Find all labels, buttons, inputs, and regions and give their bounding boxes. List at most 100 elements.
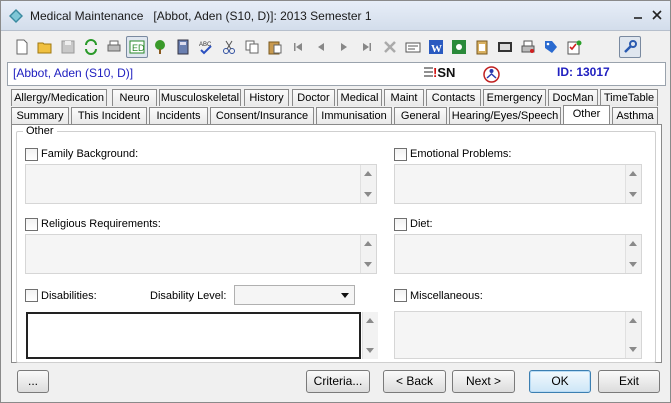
refresh-button[interactable] <box>80 36 102 58</box>
spellcheck-icon: ABC <box>199 42 212 55</box>
family-background-memo[interactable] <box>25 164 377 204</box>
film-button[interactable] <box>494 36 516 58</box>
checklist-button[interactable] <box>563 36 585 58</box>
tab-incidents[interactable]: Incidents <box>149 107 208 124</box>
next-button[interactable]: Next > <box>452 370 515 393</box>
scroll-up-icon[interactable] <box>629 171 637 176</box>
scroll-down-icon[interactable] <box>364 262 372 267</box>
spellcheck-button[interactable]: ABC <box>195 36 217 58</box>
paste-button[interactable] <box>264 36 286 58</box>
scroll-up-icon[interactable] <box>364 171 372 176</box>
tab-general[interactable]: General <box>394 107 447 124</box>
tab-consent-insurance[interactable]: Consent/Insurance <box>210 107 314 124</box>
disabilities-checkbox[interactable] <box>25 289 38 302</box>
tab-asthma[interactable]: Asthma <box>612 107 658 124</box>
tab-maint[interactable]: Maint <box>384 89 424 106</box>
minimize-button[interactable] <box>631 9 645 23</box>
scroll-down-icon[interactable] <box>629 192 637 197</box>
scroll-up-icon[interactable] <box>364 241 372 246</box>
print-setup-icon <box>521 40 535 53</box>
clipboard-icon <box>476 40 488 55</box>
miscellaneous-memo[interactable] <box>394 311 642 359</box>
disabilities-memo[interactable] <box>26 312 361 359</box>
tag-icon <box>545 41 557 53</box>
print-setup-button[interactable] <box>517 36 539 58</box>
excel-button[interactable] <box>448 36 470 58</box>
clipboard-button[interactable] <box>471 36 493 58</box>
scroll-up-icon[interactable] <box>629 318 637 323</box>
list-icon <box>424 67 433 77</box>
tab-emergency[interactable]: Emergency <box>483 89 546 106</box>
minimize-icon <box>634 17 642 19</box>
save-button[interactable] <box>57 36 79 58</box>
tab-other[interactable]: Other <box>563 105 610 124</box>
criteria-button[interactable]: Criteria... <box>306 370 370 393</box>
tab-immunisation[interactable]: Immunisation <box>316 107 392 124</box>
more-button[interactable]: ... <box>17 370 49 393</box>
tab-medical[interactable]: Medical <box>337 89 382 106</box>
flag-text: SN <box>437 65 456 80</box>
next-record-button[interactable] <box>333 36 355 58</box>
back-button[interactable]: < Back <box>383 370 446 393</box>
emotional-problems-checkbox[interactable] <box>394 148 407 161</box>
tab-neuro[interactable]: Neuro <box>112 89 157 106</box>
open-button[interactable] <box>34 36 56 58</box>
tab-summary[interactable]: Summary <box>11 107 69 124</box>
disabilities-scrollbar[interactable] <box>362 312 378 359</box>
exit-button[interactable]: Exit <box>598 370 660 393</box>
copy-icon <box>245 40 259 54</box>
diet-memo[interactable] <box>394 234 642 274</box>
disability-level-label: Disability Level: <box>150 290 227 302</box>
tag-button[interactable] <box>540 36 562 58</box>
calculator-button[interactable] <box>172 36 194 58</box>
scroll-down-icon[interactable] <box>364 192 372 197</box>
emotional-problems-memo[interactable] <box>394 164 642 204</box>
religious-requirements-checkbox[interactable] <box>25 218 38 231</box>
title-bar[interactable]: Medical Maintenance [Abbot, Aden (S10, D… <box>1 1 670 31</box>
scroll-up-icon[interactable] <box>629 241 637 246</box>
print-button[interactable] <box>103 36 125 58</box>
religious-requirements-memo[interactable] <box>25 234 377 274</box>
religious-requirements-label: Religious Requirements: <box>41 218 161 230</box>
tab-doctor[interactable]: Doctor <box>292 89 335 106</box>
scroll-down-icon[interactable] <box>629 262 637 267</box>
diet-scrollbar[interactable] <box>625 235 641 273</box>
tree-button[interactable] <box>149 36 171 58</box>
tab-allergy-medication[interactable]: Allergy/Medication <box>11 89 107 106</box>
first-record-button[interactable] <box>287 36 309 58</box>
family-background-checkbox[interactable] <box>25 148 38 161</box>
disability-level-select[interactable] <box>234 285 355 305</box>
tab-history[interactable]: History <box>244 89 289 106</box>
emotional-problems-scrollbar[interactable] <box>625 165 641 203</box>
scroll-down-icon[interactable] <box>629 347 637 352</box>
special-needs-flag[interactable]: !SN <box>424 65 455 80</box>
word-button[interactable]: W <box>425 36 447 58</box>
miscellaneous-checkbox[interactable] <box>394 289 407 302</box>
new-button[interactable] <box>11 36 33 58</box>
cut-button[interactable] <box>218 36 240 58</box>
previous-record-button[interactable] <box>310 36 332 58</box>
religious-requirements-scrollbar[interactable] <box>360 235 376 273</box>
tab-timetable[interactable]: TimeTable <box>600 89 658 106</box>
student-name: [Abbot, Aden (S10, D)] <box>13 66 134 80</box>
delete-icon <box>384 41 396 53</box>
scroll-up-icon[interactable] <box>366 318 374 323</box>
miscellaneous-scrollbar[interactable] <box>625 312 641 358</box>
card-button[interactable] <box>402 36 424 58</box>
diet-checkbox[interactable] <box>394 218 407 231</box>
edit-toggle-button[interactable]: ED <box>126 36 148 58</box>
tab-musculoskeletal[interactable]: Musculoskeletal <box>159 89 241 106</box>
tab-this-incident[interactable]: This Incident <box>71 107 147 124</box>
tab-hearing-eyes-speech[interactable]: Hearing/Eyes/Speech <box>449 107 561 124</box>
delete-button[interactable] <box>379 36 401 58</box>
close-button[interactable] <box>650 9 664 23</box>
last-record-button[interactable] <box>356 36 378 58</box>
medical-alert-icon[interactable] <box>483 66 500 83</box>
tab-docman[interactable]: DocMan <box>548 89 598 106</box>
copy-button[interactable] <box>241 36 263 58</box>
ok-button[interactable]: OK <box>529 370 591 393</box>
tools-button[interactable] <box>619 36 641 58</box>
tab-contacts[interactable]: Contacts <box>426 89 481 106</box>
scroll-down-icon[interactable] <box>366 348 374 353</box>
family-background-scrollbar[interactable] <box>360 165 376 203</box>
